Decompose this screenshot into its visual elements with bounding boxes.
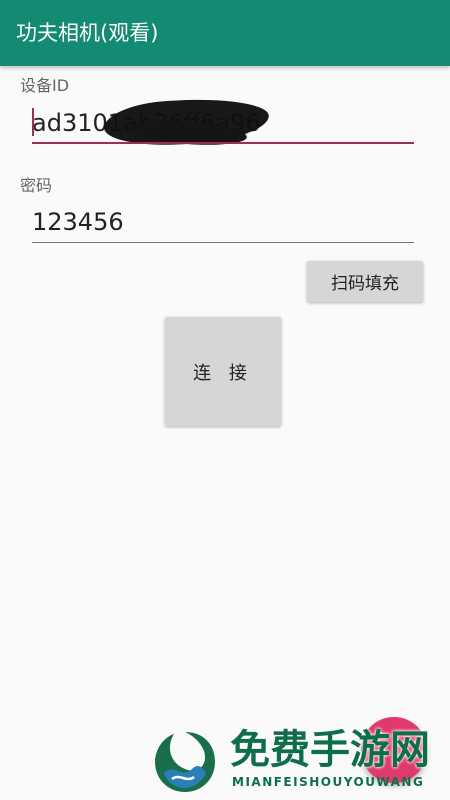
- device-id-label: 设备ID: [20, 76, 70, 95]
- text-cursor: [32, 108, 34, 136]
- password-value: 123456: [32, 208, 124, 236]
- password-field[interactable]: 123456: [32, 203, 414, 243]
- device-id-field[interactable]: ad3101ab36ff6a96: [32, 95, 414, 149]
- connect-button[interactable]: 连 接: [165, 317, 281, 426]
- app-title: 功夫相机(观看): [16, 21, 159, 45]
- password-label: 密码: [20, 176, 53, 195]
- app-bar: 功夫相机(观看): [0, 0, 450, 66]
- watermark-title: 免费手游网: [230, 727, 430, 773]
- password-underline: [32, 242, 414, 243]
- watermark: 免费手游网 MIANFEISHOUYOUWANG: [150, 725, 440, 797]
- device-id-underline: [32, 142, 414, 144]
- leaf-wave-logo-icon: [155, 732, 215, 792]
- scan-fill-button[interactable]: 扫码填充: [307, 261, 423, 302]
- watermark-subtitle: MIANFEISHOUYOUWANG: [232, 775, 425, 789]
